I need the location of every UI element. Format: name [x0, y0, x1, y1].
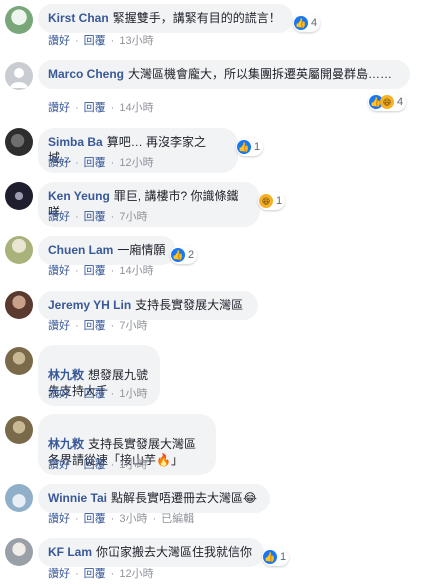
comment-bubble: Jeremy YH Lin 支持長實發展大灣區 — [38, 291, 258, 320]
avatar[interactable] — [5, 347, 33, 375]
timestamp[interactable]: 12小時 — [119, 157, 153, 169]
reply-link[interactable]: 回覆 — [84, 35, 106, 47]
like-icon: 👍 — [237, 140, 251, 154]
commenter-name[interactable]: KF Lam — [48, 545, 92, 559]
like-link[interactable]: 讚好 — [48, 568, 70, 580]
timestamp[interactable]: 14小時 — [119, 102, 153, 114]
like-icon: 👍 — [263, 550, 277, 564]
comment-text: 點解長實唔遷冊去大灣區😂 — [111, 491, 258, 505]
default-avatar-icon — [10, 68, 28, 88]
comment-actions: 讚好 · 回覆 · 14小時 — [48, 265, 154, 277]
edited-label[interactable]: 已編輯 — [161, 513, 194, 525]
reply-link[interactable]: 回覆 — [84, 102, 106, 114]
reaction-count[interactable]: 👍 2 — [170, 246, 198, 264]
comment-bubble: Kirst Chan 緊握雙手，講緊有目的的謊言！ — [38, 4, 293, 33]
timestamp[interactable]: 14小時 — [119, 265, 153, 277]
like-link[interactable]: 讚好 — [48, 388, 70, 400]
avatar[interactable] — [5, 128, 33, 156]
comment-actions: 讚好 · 回覆 · 12小時 — [48, 157, 154, 169]
comment-text: 支持長實發展大灣區 — [135, 298, 244, 312]
avatar[interactable] — [5, 538, 33, 566]
comment-text: 一廂情願 — [117, 243, 166, 257]
reaction-count[interactable]: 👍 4 — [293, 14, 321, 32]
like-link[interactable]: 讚好 — [48, 102, 70, 114]
like-link[interactable]: 讚好 — [48, 320, 70, 332]
timestamp[interactable]: 1小時 — [119, 388, 147, 400]
haha-icon: 😆 — [380, 95, 394, 109]
reply-link[interactable]: 回覆 — [84, 265, 106, 277]
reply-link[interactable]: 回覆 — [84, 320, 106, 332]
commenter-name[interactable]: Kirst Chan — [48, 11, 109, 25]
like-link[interactable]: 讚好 — [48, 459, 70, 471]
reaction-count[interactable]: 👍 1 — [262, 548, 290, 566]
like-icon: 👍 — [171, 248, 185, 262]
comment-actions: 讚好 · 回覆 · 1小時 — [48, 388, 148, 400]
timestamp[interactable]: 3小時 — [119, 513, 147, 525]
avatar[interactable] — [5, 416, 33, 444]
like-link[interactable]: 讚好 — [48, 265, 70, 277]
like-icon: 👍 — [294, 16, 308, 30]
reply-link[interactable]: 回覆 — [84, 459, 106, 471]
avatar[interactable] — [5, 6, 33, 34]
avatar[interactable] — [5, 182, 33, 210]
commenter-name[interactable]: 林九敉 — [48, 368, 84, 382]
commenter-name[interactable]: Simba Ba — [48, 135, 103, 149]
timestamp[interactable]: 1小時 — [119, 459, 147, 471]
avatar[interactable] — [5, 484, 33, 512]
comment-text: 你冚家搬去大灣區住我就信你 — [96, 545, 253, 559]
commenter-name[interactable]: Winnie Tai — [48, 491, 107, 505]
avatar[interactable] — [5, 291, 33, 319]
avatar[interactable] — [5, 62, 33, 90]
commenter-name[interactable]: Ken Yeung — [48, 189, 110, 203]
like-link[interactable]: 讚好 — [48, 157, 70, 169]
like-link[interactable]: 讚好 — [48, 211, 70, 223]
reply-link[interactable]: 回覆 — [84, 211, 106, 223]
comment-bubble: Chuen Lam 一廂情願 — [38, 236, 176, 265]
reaction-count[interactable]: 👍 1 — [236, 138, 264, 156]
comment-bubble: Winnie Tai 點解長實唔遷冊去大灣區😂 — [38, 484, 270, 513]
comment-bubble: Marco Cheng 大灣區機會龐大，所以集團拆遷英屬開曼群島…… — [38, 60, 410, 89]
like-link[interactable]: 讚好 — [48, 513, 70, 525]
timestamp[interactable]: 13小時 — [119, 35, 153, 47]
reply-link[interactable]: 回覆 — [84, 157, 106, 169]
comment-actions: 讚好 · 回覆 · 7小時 — [48, 211, 148, 223]
like-link[interactable]: 讚好 — [48, 35, 70, 47]
commenter-name[interactable]: 林九敉 — [48, 437, 84, 451]
comment-actions: 讚好 · 回覆 · 7小時 — [48, 320, 148, 332]
comment-actions: 讚好 · 回覆 · 12小時 — [48, 568, 154, 580]
timestamp[interactable]: 12小時 — [119, 568, 153, 580]
comment-actions: 讚好 · 回覆 · 13小時 — [48, 35, 154, 47]
avatar[interactable] — [5, 236, 33, 264]
haha-icon: 😆 — [259, 194, 273, 208]
timestamp[interactable]: 7小時 — [119, 320, 147, 332]
reply-link[interactable]: 回覆 — [84, 513, 106, 525]
comment-bubble: KF Lam 你冚家搬去大灣區住我就信你 — [38, 538, 264, 567]
reaction-count[interactable]: 👍 😆 4 — [368, 93, 407, 111]
reply-link[interactable]: 回覆 — [84, 568, 106, 580]
comment-text: 大灣區機會龐大，所以集團拆遷英屬開曼群島…… — [128, 67, 393, 81]
comment-actions: 讚好 · 回覆 · 1小時 — [48, 459, 148, 471]
reply-link[interactable]: 回覆 — [84, 388, 106, 400]
commenter-name[interactable]: Chuen Lam — [48, 243, 113, 257]
comment-text: 緊握雙手，講緊有目的的謊言！ — [112, 11, 281, 25]
reaction-count[interactable]: 😆 1 — [258, 192, 286, 210]
comment-actions: 讚好 · 回覆 · 14小時 — [48, 102, 154, 114]
commenter-name[interactable]: Jeremy YH Lin — [48, 298, 131, 312]
commenter-name[interactable]: Marco Cheng — [48, 67, 124, 81]
comment-actions: 讚好 · 回覆 · 3小時 · 已編輯 — [48, 513, 195, 525]
timestamp[interactable]: 7小時 — [119, 211, 147, 223]
